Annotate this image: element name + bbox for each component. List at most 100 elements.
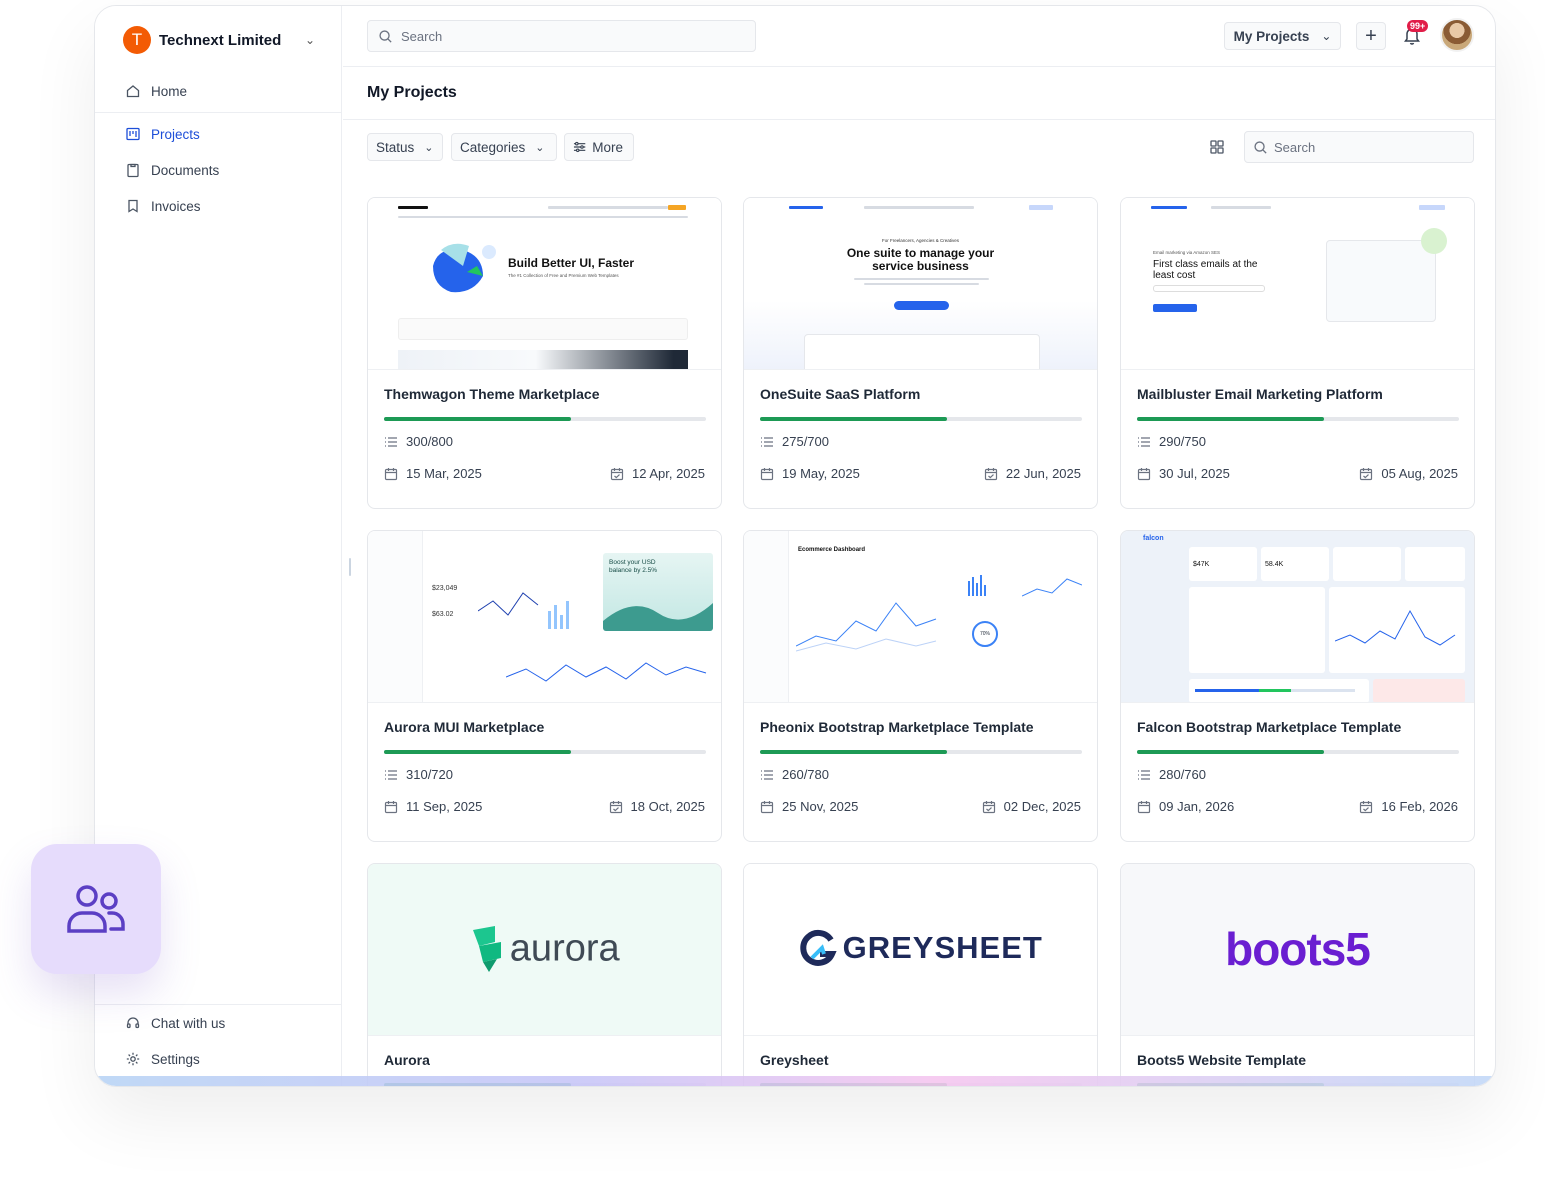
org-switcher[interactable]: T Technext Limited ⌄ — [123, 26, 323, 54]
thumb-desc — [864, 283, 979, 285]
task-count-value: 260/780 — [782, 767, 829, 782]
home-icon — [126, 85, 140, 98]
task-count-value: 310/720 — [406, 767, 453, 782]
thumb-hero-title: One suite to manage your service busines… — [846, 246, 995, 273]
project-card[interactable]: GREYSHEET Greysheet — [743, 863, 1098, 1086]
start-date: 09 Jan, 2026 — [1137, 799, 1234, 814]
my-projects-dropdown[interactable]: My Projects ⌄ — [1224, 22, 1341, 50]
end-date: 05 Aug, 2025 — [1359, 466, 1458, 481]
header-divider — [343, 66, 1495, 67]
end-date-value: 16 Feb, 2026 — [1381, 799, 1458, 814]
project-card[interactable]: Build Better UI, Faster The #1 Collectio… — [367, 197, 722, 509]
project-card[interactable]: Email marketing via Amazon SES First cla… — [1120, 197, 1475, 509]
header-divider — [343, 119, 1495, 120]
task-count-value: 275/700 — [782, 434, 829, 449]
sidebar-item-invoices[interactable]: Invoices — [125, 198, 201, 214]
project-card[interactable]: aurora Aurora — [367, 863, 722, 1086]
bottom-glow — [95, 1076, 1495, 1086]
project-thumbnail: boots5 — [1121, 864, 1474, 1036]
task-count: 260/780 — [760, 767, 829, 782]
end-date-value: 22 Jun, 2025 — [1005, 466, 1081, 481]
calendar-check-icon — [1360, 800, 1373, 813]
project-thumbnail: Ecommerce Dashboard 70% — [744, 531, 1097, 703]
project-title: Boots5 Website Template — [1137, 1052, 1307, 1068]
sidebar-divider — [95, 112, 342, 113]
main-content: Search My Projects ⌄ + 99+ My Projects S… — [343, 6, 1495, 1086]
thumb-promo: Boost your USD balance by 2.5% — [603, 553, 713, 631]
sidebar-item-chat[interactable]: Chat with us — [125, 1015, 225, 1031]
thumb-cta-button — [894, 301, 949, 310]
thumb-nav — [864, 206, 974, 209]
project-card[interactable]: $23,049 $63.02 Boost your USD balance by… — [367, 530, 722, 842]
task-count: 275/700 — [760, 434, 829, 449]
categories-filter[interactable]: Categories ⌄ — [451, 133, 557, 161]
thumb-hero-title: First class emails at the least cost — [1153, 259, 1258, 281]
progress-bar — [760, 417, 1082, 421]
global-search-input[interactable]: Search — [367, 20, 756, 52]
start-date-value: 25 Nov, 2025 — [782, 799, 859, 814]
thumb-cta-button — [1153, 304, 1197, 312]
project-card[interactable]: boots5 Boots5 Website Template — [1120, 863, 1475, 1086]
aurora-mark-icon — [473, 926, 502, 972]
sidebar-item-label: Invoices — [151, 198, 201, 214]
calendar-icon — [1137, 467, 1151, 480]
grid-view-icon[interactable] — [1209, 139, 1225, 155]
team-badge — [31, 844, 161, 974]
status-filter[interactable]: Status ⌄ — [367, 133, 443, 161]
progress-bar — [384, 750, 706, 754]
project-card[interactable]: falcon $47K 58.4K Falcon Bootstrap Marke… — [1120, 530, 1475, 842]
thumb-sidebar — [744, 531, 789, 702]
thumb-chart-card — [1329, 587, 1465, 673]
search-icon — [1254, 140, 1267, 154]
start-date: 11 Sep, 2025 — [384, 799, 482, 814]
logo-wordmark: aurora — [509, 927, 620, 970]
thumb-desc — [854, 278, 989, 280]
sidebar-item-settings[interactable]: Settings — [125, 1051, 200, 1067]
project-card[interactable]: For Freelancers, Agencies & Creatives On… — [743, 197, 1098, 509]
start-date-value: 30 Jul, 2025 — [1159, 466, 1230, 481]
project-title: OneSuite SaaS Platform — [760, 386, 921, 402]
project-title: Themwagon Theme Marketplace — [384, 386, 600, 402]
list-icon — [1138, 436, 1150, 447]
project-search-input[interactable]: Search — [1244, 131, 1474, 163]
thumb-kicker: For Freelancers, Agencies & Creatives — [881, 238, 960, 243]
thumb-cta — [668, 205, 686, 210]
calendar-check-icon — [984, 467, 997, 480]
start-date: 19 May, 2025 — [760, 466, 860, 481]
sidebar-item-projects[interactable]: Projects — [125, 126, 200, 142]
progress-fill — [1137, 417, 1324, 421]
thumb-feature-strip — [398, 318, 688, 340]
avatar[interactable] — [1440, 18, 1474, 52]
project-card[interactable]: Ecommerce Dashboard 70% Pheonix Bootstra… — [743, 530, 1098, 842]
thumb-gallery — [398, 350, 688, 369]
sidebar-resize-handle[interactable] — [349, 558, 351, 576]
task-count: 290/750 — [1137, 434, 1206, 449]
org-name: Technext Limited — [159, 31, 282, 49]
list-icon — [1138, 769, 1150, 780]
project-thumbnail: falcon $47K 58.4K — [1121, 531, 1474, 703]
end-date: 18 Oct, 2025 — [609, 799, 705, 814]
more-filters-button[interactable]: More — [564, 133, 634, 161]
thumb-alert — [1373, 679, 1465, 702]
bookmark-icon — [128, 199, 138, 213]
list-icon — [385, 769, 397, 780]
thumb-logo — [398, 206, 428, 209]
thumb-cta — [1029, 205, 1053, 210]
progress-fill — [760, 750, 947, 754]
thumb-kicker: Email marketing via Amazon SES — [1153, 250, 1221, 255]
progress-fill — [384, 750, 571, 754]
calendar-check-icon — [1360, 467, 1373, 480]
sidebar-item-documents[interactable]: Documents — [125, 162, 219, 178]
thumb-sidebar — [368, 531, 423, 702]
project-title: Greysheet — [760, 1052, 829, 1068]
thumb-decor — [1421, 228, 1447, 254]
greysheet-mark-icon — [800, 929, 837, 966]
thumb-stat: $63.02 — [432, 611, 454, 618]
add-button[interactable]: + — [1356, 22, 1386, 50]
filter-label: Status — [376, 139, 415, 155]
end-date-value: 12 Apr, 2025 — [631, 466, 705, 481]
task-count-value: 290/750 — [1159, 434, 1206, 449]
boots5-logo: boots5 — [1121, 922, 1474, 976]
progress-bar — [384, 417, 706, 421]
sidebar-item-home[interactable]: Home — [125, 83, 187, 99]
